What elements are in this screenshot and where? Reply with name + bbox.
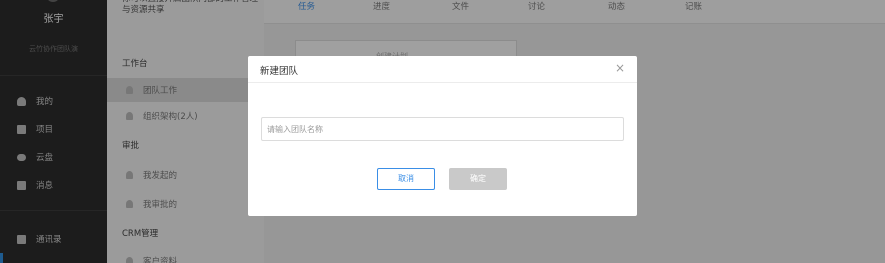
- new-team-dialog: 新建团队 × 取消 确定: [248, 56, 637, 216]
- dialog-title: 新建团队: [260, 66, 299, 77]
- team-name-input[interactable]: [261, 117, 624, 141]
- dialog-header: 新建团队 ×: [248, 56, 637, 83]
- close-icon[interactable]: ×: [613, 60, 627, 76]
- cancel-button[interactable]: 取消: [377, 168, 435, 190]
- confirm-button[interactable]: 确定: [449, 168, 507, 190]
